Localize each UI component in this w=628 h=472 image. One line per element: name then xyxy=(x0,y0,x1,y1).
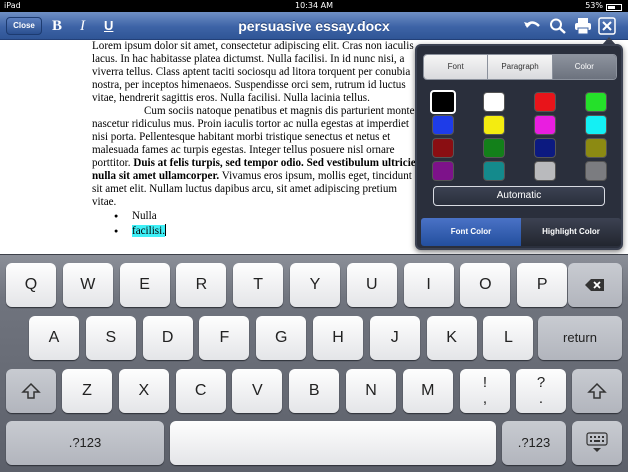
battery-percent: 53% xyxy=(585,1,603,10)
bullet-list: Nulla facilisi. xyxy=(92,209,422,239)
font-color-button[interactable]: Font Color xyxy=(421,218,521,246)
paragraph-2[interactable]: Cum sociis natoque penatibus et magnis d… xyxy=(92,105,422,209)
color-swatch[interactable] xyxy=(534,115,556,135)
close-x-icon[interactable] xyxy=(598,17,616,35)
color-swatch[interactable] xyxy=(585,92,607,112)
document-body[interactable]: Lorem ipsum dolor sit amet, consectetur … xyxy=(92,40,422,239)
key-r[interactable]: R xyxy=(176,263,227,307)
tab-paragraph[interactable]: Paragraph xyxy=(488,55,553,79)
color-swatch[interactable] xyxy=(585,138,607,158)
status-time: 10:34 AM xyxy=(295,1,333,10)
battery-status: 53% xyxy=(585,0,622,12)
key-g[interactable]: G xyxy=(256,316,307,360)
list-item[interactable]: facilisi. xyxy=(92,224,422,239)
key-exclaim-comma[interactable]: !, xyxy=(460,369,510,413)
key-x[interactable]: X xyxy=(118,369,169,413)
highlight-color-button[interactable]: Highlight Color xyxy=(521,218,621,246)
key-v[interactable]: V xyxy=(232,369,283,413)
color-swatch[interactable] xyxy=(483,115,505,135)
automatic-color-button[interactable]: Automatic xyxy=(433,186,605,206)
color-swatch[interactable] xyxy=(585,115,607,135)
color-mode-toggle: Font Color Highlight Color xyxy=(421,218,621,246)
key-t[interactable]: T xyxy=(233,263,284,307)
color-swatch[interactable] xyxy=(585,161,607,181)
color-swatch[interactable] xyxy=(483,92,505,112)
color-swatch[interactable] xyxy=(483,161,505,181)
tab-color[interactable]: Color xyxy=(552,55,616,79)
return-key[interactable]: return xyxy=(538,316,622,360)
list-item[interactable]: Nulla xyxy=(92,209,422,224)
key-s[interactable]: S xyxy=(85,316,136,360)
key-m[interactable]: M xyxy=(402,369,453,413)
key-d[interactable]: D xyxy=(142,316,193,360)
backspace-key[interactable] xyxy=(568,263,622,307)
paragraph-1[interactable]: Lorem ipsum dolor sit amet, consectetur … xyxy=(92,40,422,105)
key-e[interactable]: E xyxy=(119,263,170,307)
color-swatch[interactable] xyxy=(534,161,556,181)
key-i[interactable]: I xyxy=(403,263,454,307)
hide-keyboard-key[interactable] xyxy=(572,421,622,465)
color-swatch-grid xyxy=(429,90,613,186)
status-bar: iPad 10:34 AM 53% xyxy=(0,0,628,12)
key-o[interactable]: O xyxy=(460,263,511,307)
color-swatch[interactable] xyxy=(432,161,454,181)
battery-icon xyxy=(606,3,622,11)
key-l[interactable]: L xyxy=(483,316,534,360)
shift-key-right[interactable] xyxy=(572,369,622,413)
numbers-key-left[interactable]: .?123 xyxy=(6,421,164,465)
color-popover: Font Paragraph Color Automatic Font Colo… xyxy=(415,44,623,250)
highlighted-text[interactable]: facilisi. xyxy=(132,225,165,237)
space-bar[interactable] xyxy=(170,421,496,465)
numbers-key-right[interactable]: .?123 xyxy=(502,421,566,465)
shift-key-left[interactable] xyxy=(6,369,56,413)
onscreen-keyboard: Q W E R T Y U I O P A S D F G H J K Lreturn Z X C V B N M!,?. .?12… xyxy=(0,254,628,472)
key-u[interactable]: U xyxy=(346,263,397,307)
key-h[interactable]: H xyxy=(313,316,363,360)
undo-icon[interactable] xyxy=(522,17,542,35)
document-toolbar: Close B I U persuasive essay.docx xyxy=(0,12,628,40)
text-cursor xyxy=(164,224,166,236)
key-k[interactable]: K xyxy=(426,316,477,360)
key-n[interactable]: N xyxy=(346,369,396,413)
key-b[interactable]: B xyxy=(289,369,340,413)
key-a[interactable]: A xyxy=(29,316,79,360)
key-c[interactable]: C xyxy=(175,369,226,413)
key-q[interactable]: Q xyxy=(6,263,56,307)
key-z[interactable]: Z xyxy=(62,369,112,413)
key-question-period[interactable]: ?. xyxy=(516,369,566,413)
key-f[interactable]: F xyxy=(199,316,250,360)
key-y[interactable]: Y xyxy=(290,263,340,307)
key-p[interactable]: P xyxy=(517,263,568,307)
color-swatch[interactable] xyxy=(432,115,454,135)
color-swatch[interactable] xyxy=(430,90,456,114)
print-icon[interactable] xyxy=(573,17,593,35)
color-swatch[interactable] xyxy=(534,92,556,112)
format-tabs: Font Paragraph Color xyxy=(423,54,617,80)
search-icon[interactable] xyxy=(548,17,568,35)
tab-font[interactable]: Font xyxy=(424,55,489,79)
color-swatch[interactable] xyxy=(534,138,556,158)
key-j[interactable]: J xyxy=(369,316,420,360)
key-w[interactable]: W xyxy=(62,263,113,307)
color-swatch[interactable] xyxy=(432,138,454,158)
color-swatch[interactable] xyxy=(483,138,505,158)
